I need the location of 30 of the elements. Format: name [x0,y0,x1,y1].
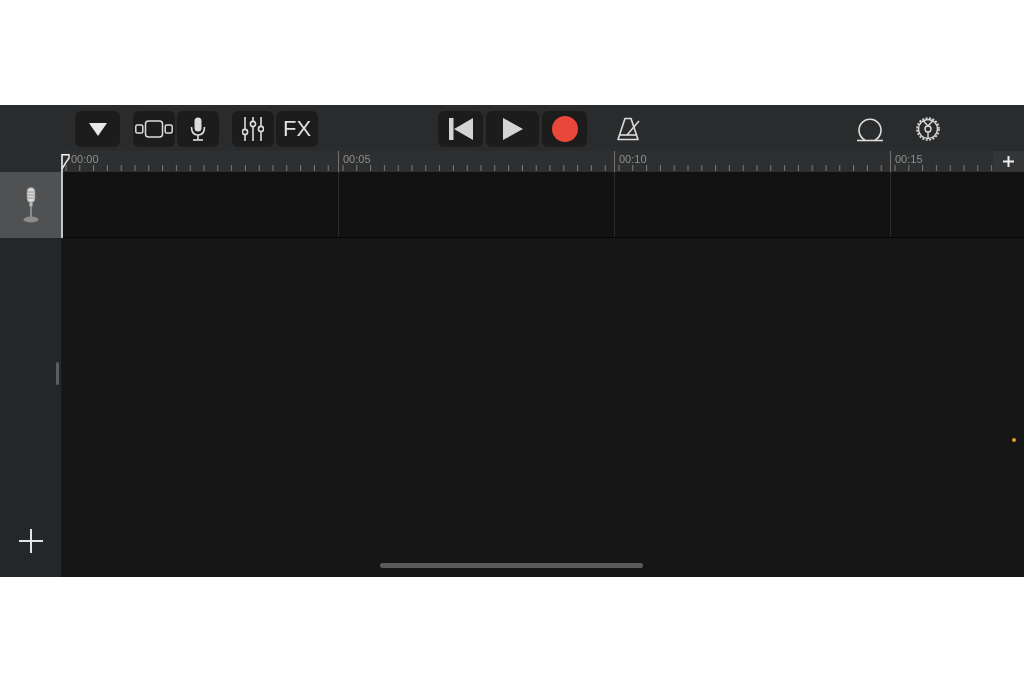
record-icon [551,116,578,142]
loop-icon [856,116,884,142]
skip-back-icon [448,118,473,140]
settings-icon [914,115,942,143]
track-view-button[interactable] [133,111,175,147]
resize-handle[interactable] [56,362,59,385]
time-label: 00:10 [618,152,648,165]
plus-icon [19,529,43,553]
caret-down-icon [88,122,107,136]
timeline-ruler[interactable]: 00:00 00:05 00:10 00:15 [62,151,993,172]
playhead[interactable] [61,154,70,238]
sliders-icon [242,117,264,141]
plus-icon [1003,156,1014,167]
skip-back-button[interactable] [438,111,483,147]
microphone-icon [22,187,39,223]
add-track-button[interactable] [19,529,43,553]
mixer-button[interactable] [232,111,274,147]
microphone-icon [190,117,206,141]
three-rectangles-icon [135,120,173,138]
fx-button[interactable]: FX [276,111,318,147]
add-section-button[interactable] [993,151,1024,172]
metronome-icon [616,117,640,141]
time-label: 00:00 [70,152,100,165]
time-label: 00:05 [342,152,372,165]
record-button[interactable] [542,111,587,147]
time-label: 00:15 [894,152,924,165]
play-icon [502,118,523,140]
dropdown-button[interactable] [75,111,120,147]
play-button[interactable] [486,111,539,147]
microphone-button[interactable] [177,111,219,147]
